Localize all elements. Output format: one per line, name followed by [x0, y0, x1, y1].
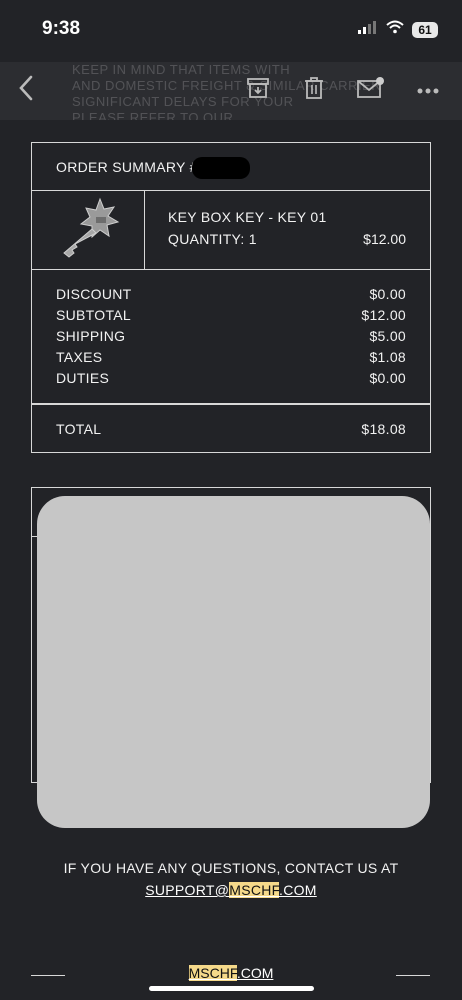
email-domain: MSCHF	[229, 882, 279, 898]
mark-unread-button[interactable]	[354, 74, 386, 106]
item-price: $12.00	[363, 231, 406, 247]
totals-value: $12.00	[361, 307, 406, 323]
contact-section: IF YOU HAVE ANY QUESTIONS, CONTACT US AT…	[0, 857, 462, 901]
key-image-icon	[56, 197, 122, 264]
totals-label: DISCOUNT	[56, 286, 132, 302]
totals-label: SHIPPING	[56, 328, 126, 344]
email-toolbar: KEEP IN MIND THAT ITEMS WITH AND DOMESTI…	[0, 62, 462, 120]
order-totals: DISCOUNT $0.00 SUBTOTAL $12.00 SHIPPING …	[31, 270, 431, 404]
totals-row: DISCOUNT $0.00	[56, 286, 406, 307]
item-name: KEY BOX KEY - KEY 01	[168, 209, 327, 225]
totals-row: TAXES $1.08	[56, 349, 406, 370]
archive-icon	[246, 76, 270, 105]
totals-label: SUBTOTAL	[56, 307, 132, 323]
mail-icon	[356, 76, 384, 105]
redacted-order-number	[192, 157, 250, 179]
signal-icon	[358, 20, 378, 39]
more-icon	[417, 81, 439, 99]
order-item-row: KEY BOX KEY - KEY 01 QUANTITY: 1 $12.00	[31, 190, 431, 270]
order-summary-label: ORDER SUMMARY #	[56, 159, 198, 175]
battery-indicator: 61	[412, 21, 438, 38]
item-quantity: QUANTITY: 1	[168, 231, 257, 247]
trash-icon	[303, 76, 325, 105]
order-total: TOTAL $18.08	[31, 404, 431, 453]
totals-value: $1.08	[369, 349, 406, 365]
footer-rule-right	[396, 975, 430, 976]
footer-brand-link[interactable]: MSCHF.COM	[188, 965, 274, 981]
totals-row: SHIPPING $5.00	[56, 328, 406, 349]
total-label: TOTAL	[56, 421, 102, 437]
obscured-content-panel	[37, 496, 430, 828]
faded-line: PLEASE REFER TO OUR	[72, 110, 234, 120]
status-bar: 9:38 61	[0, 0, 462, 62]
more-button[interactable]	[412, 74, 444, 106]
footer: MSCHF.COM	[0, 965, 462, 985]
totals-value: $5.00	[369, 328, 406, 344]
totals-row: DUTIES $0.00	[56, 370, 406, 391]
totals-value: $0.00	[369, 370, 406, 386]
footer-brand-suffix: .COM	[236, 965, 274, 981]
home-indicator[interactable]	[149, 986, 314, 991]
wifi-icon	[386, 20, 404, 39]
totals-label: DUTIES	[56, 370, 110, 386]
email-prefix: SUPPORT@	[145, 882, 230, 898]
contact-text: IF YOU HAVE ANY QUESTIONS, CONTACT US AT	[63, 860, 399, 876]
footer-brand: MSCHF	[188, 965, 237, 981]
support-email-link[interactable]: SUPPORT@MSCHF.COM	[145, 882, 317, 898]
status-icons: 61	[358, 20, 438, 39]
archive-button[interactable]	[242, 74, 274, 106]
order-summary-header: ORDER SUMMARY #	[31, 142, 431, 191]
email-suffix: .COM	[279, 882, 317, 898]
totals-label: TAXES	[56, 349, 103, 365]
email-body: ORDER SUMMARY # KEY BOX KEY - KEY 01 QUA…	[0, 120, 462, 1000]
back-icon	[18, 75, 34, 106]
footer-rule-left	[31, 975, 65, 976]
back-button[interactable]	[10, 74, 42, 106]
totals-value: $0.00	[369, 286, 406, 302]
total-row: TOTAL $18.08	[56, 421, 406, 437]
delete-button[interactable]	[298, 74, 330, 106]
clock-time: 9:38	[42, 18, 81, 39]
total-value: $18.08	[361, 421, 406, 437]
item-thumbnail	[32, 191, 145, 269]
totals-row: SUBTOTAL $12.00	[56, 307, 406, 328]
